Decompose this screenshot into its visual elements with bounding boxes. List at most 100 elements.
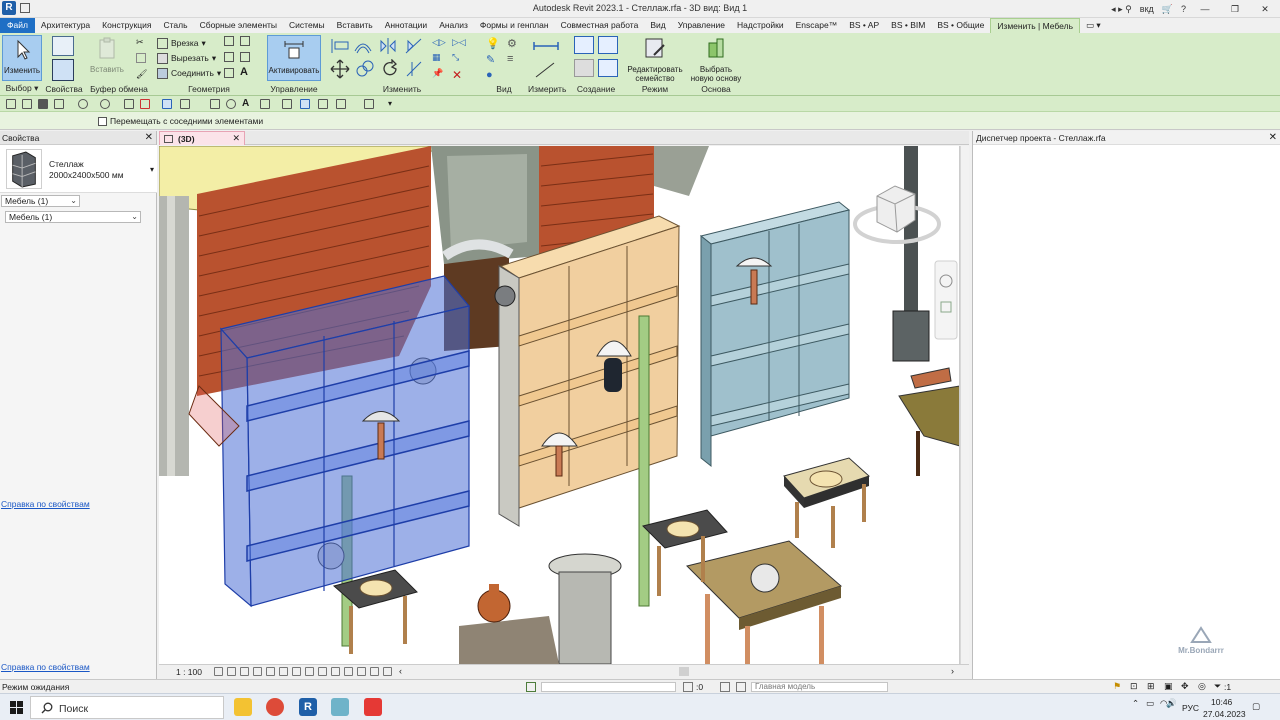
paint-brush-icon[interactable]: ● bbox=[486, 69, 500, 83]
print-icon[interactable] bbox=[124, 99, 134, 109]
scale-icon[interactable]: ⤡ bbox=[452, 52, 466, 66]
text-a-icon[interactable]: A bbox=[240, 66, 254, 80]
filter-icon[interactable]: ⏷ bbox=[1214, 681, 1221, 692]
create-assembly-icon[interactable] bbox=[598, 59, 618, 77]
scroll-right-icon[interactable]: › bbox=[951, 666, 954, 676]
tab-analyze[interactable]: Анализ bbox=[433, 18, 474, 33]
show-crop-icon[interactable] bbox=[292, 667, 301, 676]
cart-icon[interactable]: 🛒 bbox=[1162, 4, 1173, 15]
taskbar-search-box[interactable]: Поиск bbox=[30, 696, 224, 719]
create-parts-icon[interactable] bbox=[574, 59, 594, 77]
horizontal-scroll-thumb[interactable] bbox=[679, 667, 689, 676]
offset-icon[interactable] bbox=[353, 37, 373, 55]
tab-insert[interactable]: Вставить bbox=[331, 18, 379, 33]
tab-systems[interactable]: Системы bbox=[283, 18, 331, 33]
split-element-icon[interactable]: ◁▷ bbox=[432, 37, 446, 51]
tab-annotate[interactable]: Аннотации bbox=[379, 18, 434, 33]
reveal-hidden-icon[interactable] bbox=[331, 667, 340, 676]
wall-joins-icon[interactable] bbox=[224, 52, 234, 62]
file-explorer-icon[interactable] bbox=[234, 698, 252, 716]
reveal-constraints-icon[interactable] bbox=[383, 667, 392, 676]
type-properties-icon[interactable] bbox=[52, 36, 74, 56]
tab-3d-view[interactable]: (3D) ✕ bbox=[159, 131, 245, 145]
close-window-button[interactable]: ✕ bbox=[1254, 4, 1276, 15]
render-icon[interactable] bbox=[266, 667, 275, 676]
move-with-nearby-checkbox[interactable] bbox=[98, 117, 107, 126]
properties-help-link-bottom[interactable]: Справка по свойствам bbox=[1, 662, 90, 672]
visual-style-icon[interactable] bbox=[227, 667, 236, 676]
close-properties-icon[interactable]: ✕ bbox=[145, 132, 153, 143]
measure-distance-icon[interactable] bbox=[532, 39, 560, 53]
design-options-icon[interactable] bbox=[720, 682, 730, 692]
tab-structure[interactable]: Конструкция bbox=[96, 18, 157, 33]
properties-icon[interactable] bbox=[52, 59, 74, 81]
cut-geometry-button[interactable]: Вырезать ▾ bbox=[157, 51, 216, 65]
default-3d-icon[interactable] bbox=[260, 99, 270, 109]
move-icon[interactable] bbox=[330, 59, 350, 79]
copy-move-icon[interactable] bbox=[355, 59, 375, 79]
lock-view-icon[interactable] bbox=[305, 667, 314, 676]
modify-tool-icon[interactable] bbox=[162, 99, 172, 109]
group-select-label[interactable]: Выбор ▾ bbox=[0, 83, 44, 94]
align-icon[interactable] bbox=[330, 37, 350, 55]
close-browser-icon[interactable]: ✕ bbox=[1269, 132, 1277, 143]
workset-dropdown[interactable] bbox=[541, 682, 676, 692]
rotate-icon[interactable] bbox=[380, 59, 400, 79]
remove-paint-icon[interactable] bbox=[224, 68, 234, 78]
select-by-face-icon[interactable]: ▣ bbox=[1164, 681, 1173, 692]
close-view-tab-icon[interactable]: ✕ bbox=[232, 133, 240, 144]
paste-button[interactable]: Вставить bbox=[87, 35, 127, 81]
minimize-button[interactable]: — bbox=[1194, 4, 1216, 14]
create-group-icon[interactable] bbox=[598, 36, 618, 54]
tab-precast[interactable]: Сборные элементы bbox=[194, 18, 283, 33]
view-vertical-scrollbar[interactable] bbox=[960, 146, 969, 664]
tab-modify-furniture[interactable]: Изменить | Мебель bbox=[990, 18, 1080, 33]
mirror-axis-icon[interactable] bbox=[378, 37, 398, 55]
pin-icon[interactable]: 📌 bbox=[432, 68, 446, 82]
redo-icon[interactable] bbox=[100, 99, 110, 109]
aligned-dimension-icon[interactable] bbox=[534, 61, 556, 79]
match-properties-icon[interactable]: 🖌 bbox=[136, 69, 150, 83]
drag-elements-icon[interactable]: ✥ bbox=[1181, 681, 1189, 692]
split-face-icon[interactable] bbox=[224, 36, 234, 46]
view-3d-canvas[interactable] bbox=[159, 146, 960, 664]
user-search-icon[interactable]: ◂ ▸ ⚲ bbox=[1111, 4, 1132, 15]
design-option-set-icon[interactable] bbox=[736, 682, 746, 692]
properties-help-link[interactable]: Справка по свойствам bbox=[1, 499, 90, 509]
constraints-icon[interactable] bbox=[370, 667, 379, 676]
activate-button[interactable]: Активировать bbox=[267, 35, 321, 81]
switch-windows-icon[interactable] bbox=[336, 99, 346, 109]
instance-dropdown[interactable]: Мебель (1) ⌄ bbox=[5, 211, 141, 223]
dimension-qat-icon[interactable] bbox=[210, 99, 220, 109]
temp-hide-icon[interactable] bbox=[318, 667, 327, 676]
new-icon[interactable] bbox=[6, 99, 16, 109]
volume-icon[interactable]: 🔊 bbox=[1166, 698, 1177, 709]
sun-path-icon[interactable] bbox=[240, 667, 249, 676]
recorder-taskbar-icon[interactable] bbox=[364, 698, 382, 716]
tab-steel[interactable]: Сталь bbox=[158, 18, 194, 33]
array-icon[interactable]: ▦ bbox=[432, 52, 446, 66]
detail-level-icon[interactable] bbox=[214, 667, 223, 676]
modify-button[interactable]: Изменить bbox=[2, 35, 42, 81]
override-graphics-icon[interactable]: ⚙ bbox=[507, 37, 521, 51]
section-icon[interactable] bbox=[282, 99, 292, 109]
tab-addins[interactable]: Надстройки bbox=[731, 18, 790, 33]
trim-extend-icon[interactable] bbox=[404, 59, 424, 79]
tag-icon[interactable] bbox=[226, 99, 236, 109]
type-dropdown-icon[interactable]: ▾ bbox=[150, 165, 154, 174]
paint-icon[interactable] bbox=[240, 36, 250, 46]
close-hidden-icon[interactable] bbox=[318, 99, 328, 109]
save-icon[interactable] bbox=[38, 99, 48, 109]
tab-collaborate[interactable]: Совместная работа bbox=[555, 18, 645, 33]
tab-bs-general[interactable]: BS • Общие bbox=[931, 18, 990, 33]
cope-button[interactable]: Врезка ▾ bbox=[157, 36, 206, 50]
help-icon[interactable]: ? bbox=[1181, 4, 1186, 14]
selection-links-icon[interactable]: ⚑ bbox=[1113, 681, 1121, 692]
app-taskbar-icon[interactable] bbox=[331, 698, 349, 716]
notification-icon[interactable]: ▢ bbox=[1252, 701, 1260, 712]
text-qat-icon[interactable]: A bbox=[242, 99, 252, 109]
mirror-draw-icon[interactable] bbox=[404, 37, 424, 55]
tab-file[interactable]: Файл bbox=[0, 18, 35, 33]
category-filter-dropdown[interactable]: Мебель (1) ⌄ bbox=[1, 195, 80, 207]
customize-qat-icon[interactable] bbox=[364, 99, 374, 109]
